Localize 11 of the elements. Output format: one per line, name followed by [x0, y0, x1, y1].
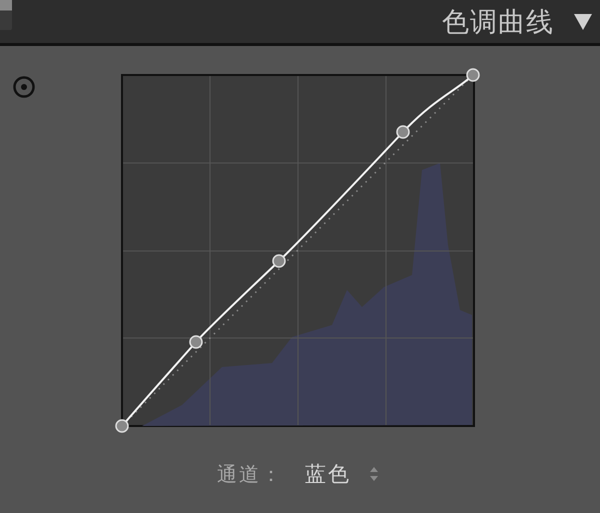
curve-point[interactable]	[189, 335, 203, 349]
curve-point[interactable]	[115, 419, 129, 433]
curve-point[interactable]	[396, 125, 410, 139]
target-adjust-icon[interactable]	[12, 75, 36, 99]
curve-point[interactable]	[272, 254, 286, 268]
panel-title: 色调曲线	[442, 6, 554, 40]
channel-label: 通道：	[217, 460, 283, 488]
panel-tab[interactable]	[0, 0, 12, 30]
curve-point[interactable]	[466, 68, 480, 82]
collapse-triangle-icon[interactable]	[572, 12, 594, 32]
channel-value[interactable]: 蓝色	[305, 460, 351, 488]
